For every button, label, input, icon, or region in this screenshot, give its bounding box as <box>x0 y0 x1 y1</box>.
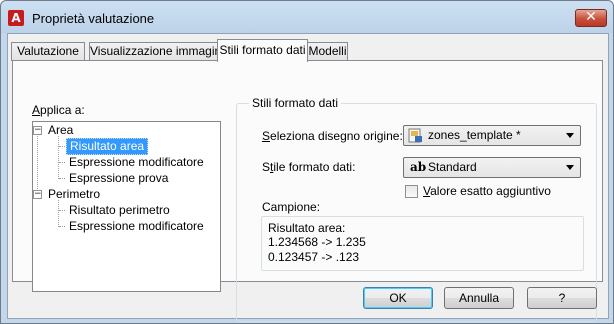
close-button[interactable]: ✕ <box>575 9 607 27</box>
chevron-down-icon <box>566 133 574 138</box>
tab-valutazione[interactable]: Valutazione <box>11 42 85 61</box>
apply-to-label: Applica a: <box>32 103 85 117</box>
tab-visualizzazione-immagine[interactable]: Visualizzazione immagine <box>89 42 228 61</box>
format-style-label: Stile formato dati: <box>262 160 356 174</box>
tree-connector <box>59 226 65 227</box>
collapse-perimetro-icon[interactable]: − <box>33 190 42 199</box>
autocad-app-icon: A <box>8 10 24 26</box>
extra-exact-value-label-text: alore esatto aggiuntivo <box>430 184 551 198</box>
source-drawing-label: Seleziona disegno origine: <box>262 129 403 143</box>
tab-modelli[interactable]: Modelli <box>307 42 348 61</box>
ok-button[interactable]: OK <box>363 287 433 309</box>
text-style-icon: ab <box>410 160 427 174</box>
tree-item-risultato-area[interactable]: Risultato area <box>66 138 149 155</box>
source-drawing-value: zones_template * <box>428 128 521 142</box>
source-drawing-dropdown[interactable]: zones_template * <box>403 125 581 146</box>
format-style-label-prefix: S <box>262 160 271 174</box>
tab-panel: Applica a: − Area Risultato area Espress… <box>12 60 603 322</box>
help-button[interactable]: ? <box>527 287 597 309</box>
tree-connector <box>59 210 65 211</box>
tree-connector <box>58 136 59 179</box>
tree-item-risultato-perimetro[interactable]: Risultato perimetro <box>69 203 170 218</box>
extra-exact-value-checkbox[interactable] <box>405 185 418 198</box>
tree-connector <box>58 200 59 227</box>
source-drawing-label-text: eleziona disegno origine: <box>270 129 403 143</box>
dialog-title: Proprietà valutazione <box>32 11 155 26</box>
collapse-area-icon[interactable]: − <box>33 126 42 135</box>
tree-connector <box>59 178 65 179</box>
tree-item-area[interactable]: Area <box>48 123 73 138</box>
chevron-down-icon <box>566 165 574 170</box>
tree-connector <box>59 162 65 163</box>
apply-to-label-text: pplica a: <box>40 103 85 117</box>
title-bar[interactable]: A Proprietà valutazione ✕ <box>1 1 613 33</box>
tree-item-espressione-modificatore-area[interactable]: Espressione modificatore <box>69 155 204 170</box>
cancel-button[interactable]: Annulla <box>444 287 514 309</box>
sample-label: Campione: <box>262 200 321 214</box>
extra-exact-value-label[interactable]: Valore esatto aggiuntivo <box>423 184 551 198</box>
tree-item-espressione-modificatore-perimetro[interactable]: Espressione modificatore <box>69 219 204 234</box>
tree-item-perimetro[interactable]: Perimetro <box>48 187 100 202</box>
tree-connector <box>59 146 65 147</box>
sample-line: 0.123457 -> .123 <box>268 250 360 264</box>
format-style-label-text: ile formato dati: <box>273 160 356 174</box>
sample-line: 1.234568 -> 1.235 <box>268 235 366 249</box>
sample-line: Risultato area: <box>268 221 346 235</box>
tree-connector <box>37 132 38 195</box>
sample-preview: Risultato area: 1.234568 -> 1.235 0.1234… <box>261 216 584 271</box>
dialog-window: A Proprietà valutazione ✕ Valutazione Vi… <box>0 0 614 324</box>
format-style-value: Standard <box>428 160 477 174</box>
tree-item-espressione-prova[interactable]: Espressione prova <box>69 171 168 186</box>
drawing-file-icon <box>408 128 422 143</box>
tab-stili-formato-dati[interactable]: Stili formato dati <box>217 39 308 62</box>
apply-to-tree[interactable]: − Area Risultato area Espressione modifi… <box>32 121 221 292</box>
format-style-dropdown[interactable]: ab Standard <box>403 157 581 178</box>
group-title: Stili formato dati <box>249 96 342 110</box>
dialog-client-area: Valutazione Visualizzazione immagine Sti… <box>7 33 609 322</box>
